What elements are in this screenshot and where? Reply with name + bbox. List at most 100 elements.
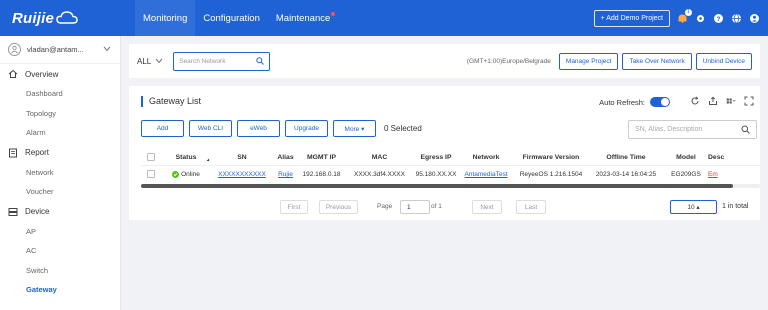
sidebar-item-switch[interactable]: Switch bbox=[0, 261, 120, 281]
model-value: EG209GS bbox=[671, 171, 701, 178]
take-over-network-button[interactable]: Take Over Network bbox=[622, 52, 692, 70]
bell-icon[interactable]: 1 bbox=[677, 8, 692, 24]
column-model[interactable]: Model bbox=[664, 154, 708, 161]
status-cell: Online bbox=[161, 170, 211, 179]
gateway-list-card: Gateway List Auto Refresh: Add Web CLI e… bbox=[129, 86, 760, 220]
alias-link[interactable]: Rujie bbox=[273, 171, 298, 178]
sidebar-item-topology[interactable]: Topology bbox=[0, 104, 120, 124]
sidebar-item-ac[interactable]: AC bbox=[0, 241, 120, 261]
help-icon[interactable]: ? bbox=[713, 13, 724, 24]
column-sn[interactable]: SN bbox=[211, 154, 273, 161]
first-page-button[interactable]: First bbox=[280, 200, 308, 214]
sidebar-item-dashboard[interactable]: Dashboard bbox=[0, 84, 120, 104]
page-number-input[interactable]: 1 bbox=[400, 200, 430, 214]
column-description[interactable]: Desc bbox=[708, 154, 728, 161]
column-mgmt-ip[interactable]: MGMT IP bbox=[298, 154, 345, 161]
report-icon bbox=[9, 148, 17, 157]
ruijie-logo[interactable]: Ruijie bbox=[0, 0, 120, 36]
search-network-input[interactable]: Search Network bbox=[173, 51, 271, 71]
selected-count: 0 Selected bbox=[384, 124, 422, 133]
table-row[interactable]: Online XXXXXXXXXXX Rujie 192.168.0.18 XX… bbox=[141, 166, 760, 183]
menu-group-device[interactable]: Device bbox=[0, 202, 120, 222]
add-button[interactable]: Add bbox=[141, 120, 184, 137]
network-scope-select[interactable]: ALL bbox=[137, 57, 163, 66]
web-cli-button[interactable]: Web CLI bbox=[189, 120, 232, 137]
user-selector[interactable]: vladan@antam... bbox=[0, 36, 120, 64]
export-icon[interactable] bbox=[708, 96, 718, 106]
column-settings-icon[interactable] bbox=[726, 96, 736, 106]
chevron-down-icon bbox=[103, 45, 111, 54]
sidebar-item-ap[interactable]: AP bbox=[0, 222, 120, 242]
select-all-cell bbox=[141, 152, 161, 163]
search-icon[interactable] bbox=[741, 125, 750, 134]
column-mac[interactable]: MAC bbox=[345, 154, 414, 161]
column-firmware-version[interactable]: Firmware Version bbox=[514, 154, 588, 161]
network-link[interactable]: AntamediaTest bbox=[458, 171, 514, 178]
row-select-cell bbox=[141, 169, 161, 180]
refresh-icon[interactable] bbox=[690, 96, 700, 106]
user-account-icon[interactable] bbox=[749, 13, 760, 24]
manage-project-button[interactable]: Manage Project bbox=[558, 52, 619, 70]
nav-maintenance[interactable]: Maintenance bbox=[268, 0, 338, 36]
sort-icon[interactable]: ◢ bbox=[205, 158, 209, 161]
chevron-down-icon bbox=[155, 58, 163, 64]
sidebar-item-voucher[interactable]: Voucher bbox=[0, 182, 120, 202]
top-nav: Monitoring Configuration Maintenance bbox=[135, 0, 338, 36]
auto-refresh: Auto Refresh: bbox=[599, 97, 670, 107]
menu-group-report[interactable]: Report bbox=[0, 143, 120, 163]
nav-monitoring[interactable]: Monitoring bbox=[135, 0, 196, 36]
sidebar-item-gateway[interactable]: Gateway bbox=[0, 280, 120, 300]
sidebar-item-alarm[interactable]: Alarm bbox=[0, 123, 120, 143]
page-title: Gateway List bbox=[141, 96, 201, 107]
more-button[interactable]: More ▾ bbox=[333, 120, 376, 137]
column-network[interactable]: Network bbox=[458, 154, 514, 161]
select-all-checkbox[interactable] bbox=[147, 152, 155, 161]
last-page-button[interactable]: Last bbox=[516, 200, 546, 214]
globe-icon[interactable] bbox=[731, 13, 742, 24]
page-of-label: of 1 bbox=[431, 203, 442, 210]
top-bar: Ruijie Monitoring Configuration Maintena… bbox=[0, 0, 768, 36]
notification-dot bbox=[331, 12, 336, 16]
horizontal-scrollbar[interactable] bbox=[141, 184, 760, 188]
egress-ip-value: 95.180.XX.XX bbox=[415, 171, 457, 178]
user-email: vladan@antam... bbox=[27, 45, 84, 54]
next-page-button[interactable]: Next bbox=[472, 200, 502, 214]
cloud-icon bbox=[56, 11, 78, 24]
notification-badge: 1 bbox=[685, 8, 692, 16]
page-label: Page bbox=[377, 203, 393, 210]
avatar bbox=[8, 43, 21, 56]
description-value[interactable]: Em bbox=[708, 171, 728, 178]
mgmt-ip-value: 192.168.0.18 bbox=[302, 171, 341, 178]
device-icon bbox=[8, 207, 18, 216]
column-alias[interactable]: Alias bbox=[273, 154, 298, 161]
fullscreen-icon[interactable] bbox=[744, 96, 754, 106]
upgrade-button[interactable]: Upgrade bbox=[285, 120, 328, 137]
unbind-device-button[interactable]: Unbind Device bbox=[695, 52, 752, 70]
menu-group-overview[interactable]: Overview bbox=[0, 64, 120, 84]
gear-icon[interactable] bbox=[695, 13, 706, 24]
column-offline-time[interactable]: Offline Time bbox=[588, 154, 664, 161]
status-badge: Online bbox=[181, 171, 200, 179]
column-status[interactable]: Status ◢ bbox=[161, 154, 211, 161]
eweb-button[interactable]: eWeb bbox=[237, 120, 280, 137]
logo-text: Ruijie bbox=[12, 9, 55, 27]
device-search-input[interactable]: SN, Alias, Description bbox=[628, 120, 757, 139]
nav-configuration[interactable]: Configuration bbox=[195, 0, 268, 36]
home-icon bbox=[8, 69, 18, 78]
mac-value: XXXX.3df4.XXXX bbox=[354, 171, 405, 178]
sn-link[interactable]: XXXXXXXXXXX bbox=[211, 171, 273, 178]
sidebar-item-network[interactable]: Network bbox=[0, 163, 120, 183]
table-header: Status ◢ SN Alias MGMT IP MAC Egress IP N… bbox=[141, 150, 760, 166]
scrollbar-thumb[interactable] bbox=[141, 184, 733, 188]
table-actions: Add Web CLI eWeb Upgrade More ▾ 0 Select… bbox=[141, 120, 422, 137]
page-size-select[interactable]: 10 ▴ bbox=[670, 200, 717, 214]
previous-page-button[interactable]: Previous bbox=[319, 200, 358, 214]
firmware-value: ReyeeOS 1.216.1504 bbox=[519, 171, 583, 178]
svg-text:?: ? bbox=[717, 16, 721, 23]
row-checkbox[interactable] bbox=[147, 169, 155, 178]
auto-refresh-toggle[interactable] bbox=[650, 97, 670, 107]
column-egress-ip[interactable]: Egress IP bbox=[414, 154, 458, 161]
gateway-table: Status ◢ SN Alias MGMT IP MAC Egress IP N… bbox=[141, 150, 760, 188]
add-demo-project-button[interactable]: + Add Demo Project bbox=[593, 9, 670, 27]
search-icon[interactable] bbox=[256, 57, 265, 65]
